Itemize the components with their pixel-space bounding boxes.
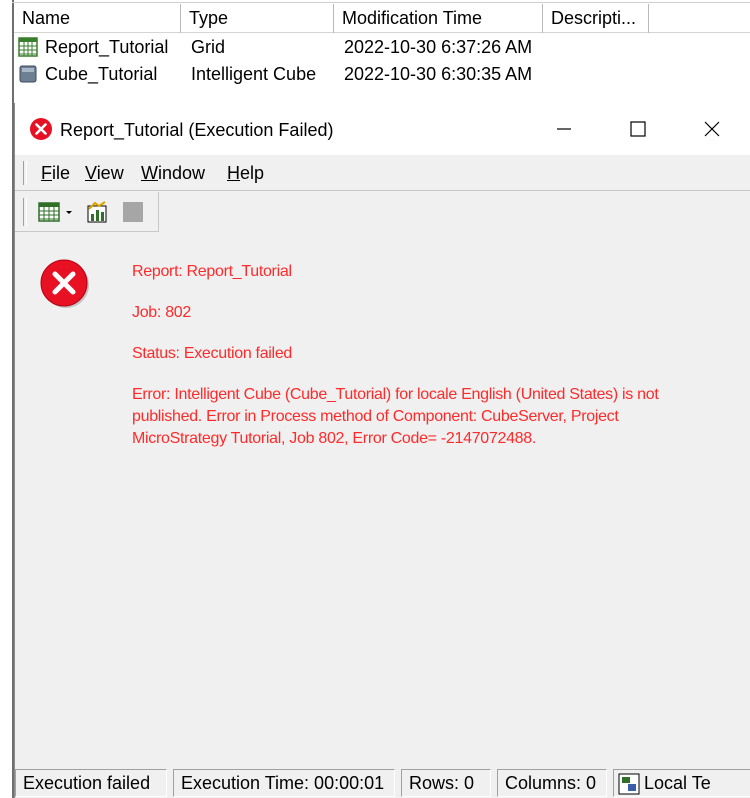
list-item[interactable]: Report_Tutorial Grid 2022-10-30 6:37:26 … bbox=[18, 35, 738, 61]
column-header-description[interactable]: Descripti... bbox=[543, 4, 649, 33]
menu-file[interactable]: File bbox=[41, 163, 70, 184]
status-columns: Columns: 0 bbox=[497, 769, 607, 797]
status-text: Status: Execution failed bbox=[132, 345, 293, 362]
report-name-text: Report: Report_Tutorial bbox=[132, 263, 292, 280]
minimize-button[interactable] bbox=[527, 103, 601, 155]
menu-help-label: elp bbox=[240, 163, 265, 183]
list-header: Name Type Modification Time Descripti... bbox=[14, 4, 750, 33]
status-rows: Rows: 0 bbox=[401, 769, 491, 797]
menu-view-label: iew bbox=[96, 163, 124, 183]
title-bar[interactable]: Report_Tutorial (Execution Failed) bbox=[15, 103, 750, 155]
error-message: Error: Intelligent Cube (Cube_Tutorial) … bbox=[132, 384, 732, 450]
column-header-type[interactable]: Type bbox=[181, 4, 334, 33]
menu-gripper[interactable] bbox=[23, 161, 27, 185]
list-item-type: Grid bbox=[191, 37, 226, 57]
list-item-type: Intelligent Cube bbox=[191, 64, 317, 84]
menu-bar: File View Window Help bbox=[15, 155, 750, 191]
list-item-name: Report_Tutorial bbox=[45, 37, 169, 57]
list-item-name: Cube_Tutorial bbox=[45, 64, 158, 84]
error-line: MicroStrategy Tutorial, Job 802, Error C… bbox=[132, 430, 537, 447]
menu-window-label: indow bbox=[158, 163, 206, 183]
toolbar-gripper[interactable] bbox=[23, 198, 27, 226]
maximize-button[interactable] bbox=[601, 103, 675, 155]
intelligent-cube-icon bbox=[19, 65, 37, 83]
error-icon bbox=[40, 259, 89, 308]
status-state: Execution failed bbox=[15, 769, 167, 797]
column-header-modification-time[interactable]: Modification Time bbox=[334, 4, 543, 33]
window-title: Report_Tutorial (Execution Failed) bbox=[60, 120, 334, 140]
dropdown-arrow-icon[interactable] bbox=[64, 200, 74, 224]
stop-icon[interactable] bbox=[121, 200, 145, 224]
minimize-icon bbox=[557, 128, 571, 130]
report-window: Report_Tutorial (Execution Failed) File … bbox=[14, 103, 750, 798]
status-connection-label: Local Te bbox=[644, 773, 711, 793]
status-bar: Execution failed Execution Time: 00:00:0… bbox=[15, 763, 750, 798]
error-icon bbox=[30, 118, 52, 140]
status-connection: Local Te bbox=[613, 769, 750, 797]
column-header-name[interactable]: Name bbox=[14, 4, 181, 33]
menu-file-label: ile bbox=[52, 163, 71, 183]
grid-view-icon[interactable] bbox=[37, 200, 61, 224]
menu-window[interactable]: Window bbox=[141, 163, 205, 184]
list-item[interactable]: Cube_Tutorial Intelligent Cube 2022-10-3… bbox=[18, 62, 738, 88]
menu-window-mnemonic: W bbox=[141, 163, 158, 183]
menu-view[interactable]: View bbox=[85, 163, 124, 184]
status-execution-time: Execution Time: 00:00:01 bbox=[173, 769, 395, 797]
close-button[interactable] bbox=[675, 103, 749, 155]
message-area: Report: Report_Tutorial Job: 802 Status:… bbox=[15, 233, 750, 763]
maximize-icon bbox=[630, 121, 646, 137]
menu-help-mnemonic: H bbox=[227, 163, 240, 183]
grid-report-icon bbox=[18, 37, 38, 57]
menu-help[interactable]: Help bbox=[227, 163, 264, 184]
list-top-border bbox=[12, 2, 750, 3]
menu-view-mnemonic: V bbox=[85, 163, 97, 183]
menu-file-mnemonic: F bbox=[41, 163, 52, 183]
list-item-modified: 2022-10-30 6:30:35 AM bbox=[344, 64, 533, 84]
close-icon bbox=[704, 121, 720, 137]
error-line: Error: Intelligent Cube (Cube_Tutorial) … bbox=[132, 386, 659, 403]
local-connection-icon bbox=[618, 773, 640, 795]
list-item-modified: 2022-10-30 6:37:26 AM bbox=[344, 37, 533, 57]
error-line: published. Error in Process method of Co… bbox=[132, 408, 619, 425]
toolbar bbox=[15, 192, 159, 232]
graph-view-icon[interactable] bbox=[85, 200, 109, 224]
job-text: Job: 802 bbox=[132, 304, 191, 321]
